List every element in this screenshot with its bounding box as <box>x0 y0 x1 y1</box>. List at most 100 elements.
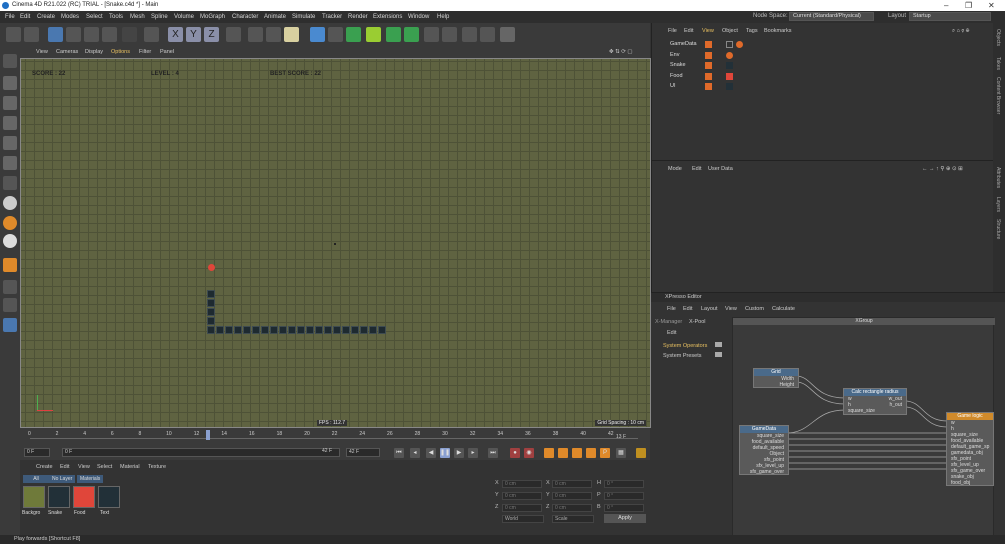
xp-menu-view[interactable]: View <box>725 306 737 312</box>
record-icon[interactable]: ● <box>510 448 520 458</box>
mat-menu-edit[interactable]: Edit <box>60 464 69 470</box>
timeline-ruler[interactable]: 0 2 4 6 8 10 12 14 16 18 20 22 24 26 28 30 32 34 36 38 40 42 … <box>20 428 650 448</box>
camera-icon[interactable] <box>480 27 495 42</box>
deformer-icon[interactable] <box>386 27 401 42</box>
pause-icon[interactable]: ❚❚ <box>440 448 450 458</box>
obj-menu-view[interactable]: View <box>702 28 714 34</box>
attr-menu-mode[interactable]: Mode <box>668 166 682 172</box>
x-axis-lock-icon[interactable]: X <box>168 27 183 42</box>
grid-icon[interactable] <box>3 298 17 312</box>
tab-objects[interactable]: Objects <box>995 29 1001 46</box>
timeline-window-icon[interactable] <box>636 448 646 458</box>
pen-spline-icon[interactable] <box>328 27 343 42</box>
end-frame-field[interactable]: 42 F <box>346 448 380 457</box>
object-row-env[interactable]: Env <box>656 51 990 61</box>
obj-menu-file[interactable]: File <box>668 28 677 34</box>
material-tag-icon[interactable] <box>726 62 733 69</box>
menu-help[interactable]: Help <box>437 14 449 20</box>
obj-menu-tags[interactable]: Tags <box>746 28 758 34</box>
prev-key-icon[interactable]: ◂ <box>410 448 420 458</box>
scale-dropdown[interactable]: Scale <box>552 515 594 523</box>
mat-menu-material[interactable]: Material <box>120 464 140 470</box>
xpool-system-operators[interactable]: System Operators <box>663 343 707 349</box>
play-forwards-icon[interactable]: ▶ <box>454 448 464 458</box>
key-rotation-icon[interactable] <box>586 448 596 458</box>
object-row-snake[interactable]: Snake <box>656 61 990 71</box>
vp-menu-cameras[interactable]: Cameras <box>56 49 78 55</box>
layout-dropdown[interactable]: Startup <box>909 12 991 21</box>
node-game-logic[interactable]: Game logic w h square_size food_availabl… <box>946 412 994 486</box>
quantize-icon[interactable] <box>3 280 17 294</box>
node-grid[interactable]: Grid Width Height <box>753 368 799 388</box>
rot-p-field[interactable]: 0 ° <box>604 492 644 500</box>
polygons-mode-icon[interactable] <box>3 156 17 170</box>
vp-menu-display[interactable]: Display <box>85 49 103 55</box>
undo-icon[interactable] <box>6 27 21 42</box>
menu-select[interactable]: Select <box>86 14 103 20</box>
menu-window[interactable]: Window <box>408 14 429 20</box>
solo-icon[interactable] <box>3 318 17 332</box>
make-editable-icon[interactable] <box>3 54 17 68</box>
xpresso-canvas[interactable]: XGroup Grid Width Height Calc rectangle … <box>732 317 995 536</box>
obj-search-icons[interactable]: ⌕ ⌂ ⚲ ⊕ <box>952 28 969 35</box>
minimize-icon[interactable]: – <box>944 1 948 10</box>
current-frame-field[interactable]: 0 F <box>62 448 340 457</box>
tab-structure[interactable]: Structure <box>995 219 1001 239</box>
axis-mode-icon[interactable] <box>3 176 17 190</box>
cloner-icon[interactable] <box>366 27 381 42</box>
pos-z-field[interactable]: 0 cm <box>502 504 542 512</box>
menu-mesh[interactable]: Mesh <box>130 14 145 20</box>
workplane-icon[interactable] <box>3 234 17 248</box>
snap-icon[interactable] <box>3 196 17 210</box>
tab-layers[interactable]: Layers <box>995 197 1001 212</box>
tab-takes[interactable]: Takes <box>995 57 1001 70</box>
paint-icon[interactable] <box>442 27 457 42</box>
node-gamedata[interactable]: GameData square_size food_available defa… <box>739 425 789 475</box>
points-mode-icon[interactable] <box>3 116 17 130</box>
tab-content-browser[interactable]: Content Browser <box>995 77 1001 114</box>
rot-b-field[interactable]: 0 ° <box>604 504 644 512</box>
mat-menu-create[interactable]: Create <box>36 464 53 470</box>
filter-no-layer[interactable]: No Layer <box>49 475 76 483</box>
tag-icon[interactable] <box>726 41 733 48</box>
attr-menu-user-data[interactable]: User Data <box>708 166 733 172</box>
menu-character[interactable]: Character <box>232 14 258 20</box>
world-dropdown[interactable]: World <box>502 515 544 523</box>
obj-menu-bookmarks[interactable]: Bookmarks <box>764 28 792 34</box>
menu-file[interactable]: File <box>5 14 15 20</box>
material-text[interactable] <box>98 486 120 508</box>
menu-render[interactable]: Render <box>348 14 368 20</box>
xp-menu-custom[interactable]: Custom <box>745 306 764 312</box>
object-row-gamedata[interactable]: GameData <box>656 40 990 50</box>
vp-menu-view[interactable]: View <box>36 49 48 55</box>
y-axis-lock-icon[interactable]: Y <box>186 27 201 42</box>
material-food[interactable] <box>73 486 95 508</box>
cube-icon[interactable] <box>310 27 325 42</box>
menu-mograph[interactable]: MoGraph <box>200 14 225 20</box>
menu-extensions[interactable]: Extensions <box>373 14 402 20</box>
playhead[interactable] <box>206 430 210 440</box>
vp-menu-options[interactable]: Options <box>111 49 130 55</box>
size-x-field[interactable]: 0 cm <box>552 480 592 488</box>
subdivision-icon[interactable] <box>346 27 361 42</box>
size-z-field[interactable]: 0 cm <box>552 504 592 512</box>
edges-mode-icon[interactable] <box>3 136 17 150</box>
snap-settings-icon[interactable] <box>3 216 17 230</box>
key-pla-icon[interactable]: ▦ <box>616 448 626 458</box>
z-axis-lock-icon[interactable]: Z <box>204 27 219 42</box>
menu-animate[interactable]: Animate <box>264 14 286 20</box>
attr-nav-icons[interactable]: ← → ↑ ⚲ ⊕ ⊙ ⊞ <box>922 166 963 172</box>
menu-spline[interactable]: Spline <box>151 14 168 20</box>
render-picture-viewer-icon[interactable] <box>266 27 281 42</box>
keyframe-selection-icon[interactable] <box>544 448 554 458</box>
render-settings-icon[interactable] <box>284 27 299 42</box>
rot-h-field[interactable]: 0 ° <box>604 480 644 488</box>
tab-x-manager[interactable]: X-Manager <box>655 319 682 325</box>
filter-all[interactable]: All <box>23 475 49 483</box>
menu-tracker[interactable]: Tracker <box>322 14 342 20</box>
menu-tools[interactable]: Tools <box>109 14 123 20</box>
node-calc-rectangle-radius[interactable]: Calc rectangle radius w h square_size w_… <box>843 388 907 415</box>
key-scale-icon[interactable] <box>572 448 582 458</box>
node-space-dropdown[interactable]: Current (Standard/Physical) <box>789 12 874 21</box>
pos-x-field[interactable]: 0 cm <box>502 480 542 488</box>
